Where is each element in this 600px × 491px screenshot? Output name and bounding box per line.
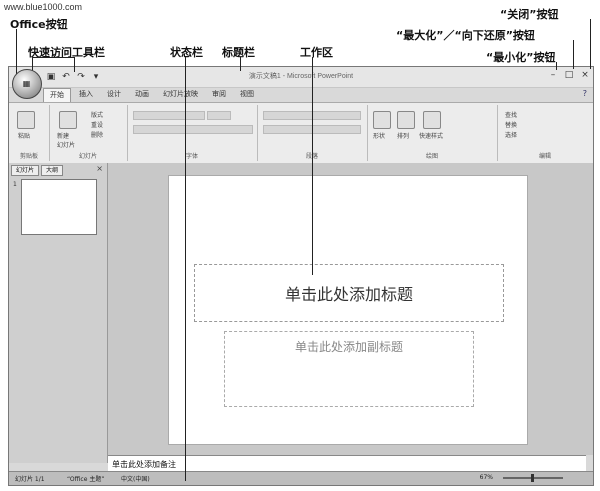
shape-label: 形状: [373, 133, 386, 140]
font-name-select[interactable]: [133, 111, 205, 120]
callout-work-area: 工作区: [300, 46, 333, 59]
thumbnail-number: 1: [13, 181, 17, 188]
font-format-row[interactable]: [133, 125, 253, 134]
window-title: 演示文稿1 - Microsoft PowerPoint: [248, 73, 354, 80]
title-bar: ▣ ↶ ↷ ▾ 演示文稿1 - Microsoft PowerPoint – □…: [9, 67, 593, 88]
arrange-icon[interactable]: [397, 111, 415, 129]
callout-title-bar: 标题栏: [222, 46, 255, 59]
status-slide-count: 幻灯片 1/1: [15, 476, 45, 483]
tab-review[interactable]: 审阅: [206, 88, 232, 102]
callout-office-button: Office按钮: [10, 18, 68, 31]
group-clipboard: 粘贴 剪贴板: [9, 105, 50, 161]
tab-home[interactable]: 开始: [43, 88, 71, 102]
group-drawing: 形状 排列 快速样式 绘图: [367, 105, 498, 161]
callout-status-bar: 状态栏: [170, 46, 203, 59]
help-icon[interactable]: ?: [583, 89, 587, 98]
maximize-icon[interactable]: □: [564, 69, 574, 81]
slide-thumbnail[interactable]: [21, 179, 97, 235]
leader-title: [240, 57, 241, 71]
leader-qat-right: [74, 57, 75, 72]
tab-animation[interactable]: 动画: [129, 88, 155, 102]
leader-maximize: [573, 40, 574, 69]
panel-close-icon[interactable]: ×: [96, 164, 103, 173]
group-name-clipboard: 剪贴板: [19, 153, 38, 160]
tab-view[interactable]: 视图: [234, 88, 260, 102]
group-slides: 新建 幻灯片 版式 重设 删除 幻灯片: [49, 105, 128, 161]
new-slide-icon[interactable]: [59, 111, 77, 129]
leader-office: [16, 29, 17, 75]
ribbon: 粘贴 剪贴板 新建 幻灯片 版式 重设 删除 幻灯片 字体 段落 形状 排列: [9, 102, 593, 164]
zoom-slider[interactable]: [503, 474, 563, 482]
tab-design[interactable]: 设计: [101, 88, 127, 102]
leader-status: [185, 57, 186, 481]
reset-button[interactable]: 重设: [91, 120, 103, 129]
arrange-label: 排列: [397, 133, 410, 140]
group-font: 字体: [127, 105, 258, 161]
group-editing: 查找 替换 选择 编辑: [497, 105, 593, 161]
group-name-drawing: 绘图: [425, 153, 438, 160]
group-name-font: 字体: [185, 153, 198, 160]
subtitle-placeholder[interactable]: 单击此处添加副标题: [224, 331, 474, 407]
find-button[interactable]: 查找: [505, 110, 517, 119]
office-button[interactable]: ▦: [12, 69, 42, 99]
new-slide-label[interactable]: 新建 幻灯片: [57, 131, 75, 149]
tab-slides-panel[interactable]: 幻灯片: [11, 165, 40, 176]
callout-minimize: “最小化”按钮: [486, 51, 556, 64]
leader-minimize: [556, 62, 557, 70]
quick-styles-label: 快速样式: [419, 133, 444, 140]
watermark: www.blue1000.com: [4, 2, 83, 12]
status-bar: 幻灯片 1/1 “Office 主题” 中文(中国) 67%: [9, 471, 593, 485]
leader-qat-bracket: [32, 57, 74, 58]
panel-tabs: 幻灯片 大纲: [11, 165, 64, 176]
leader-close: [590, 19, 591, 69]
select-button[interactable]: 选择: [505, 130, 517, 139]
status-zoom[interactable]: 67%: [480, 474, 493, 481]
powerpoint-window: ▣ ↶ ↷ ▾ 演示文稿1 - Microsoft PowerPoint – □…: [8, 66, 594, 486]
group-name-slides: 幻灯片: [78, 153, 97, 160]
paste-label: 粘贴: [18, 133, 31, 140]
callout-maximize: “最大化”／“向下还原”按钮: [396, 29, 535, 42]
status-theme: “Office 主题”: [67, 476, 105, 483]
work-area: 单击此处添加标题 单击此处添加副标题: [108, 163, 593, 455]
layout-button[interactable]: 版式: [91, 110, 103, 119]
zoom-slider-thumb[interactable]: [531, 474, 534, 482]
replace-button[interactable]: 替换: [505, 120, 517, 129]
quick-styles-icon[interactable]: [423, 111, 441, 129]
ribbon-tabs: 开始 插入 设计 动画 幻灯片放映 审阅 视图: [43, 88, 260, 102]
font-size-select[interactable]: [207, 111, 231, 120]
shape-icon[interactable]: [373, 111, 391, 129]
close-icon[interactable]: ×: [580, 69, 590, 81]
leader-work: [312, 57, 313, 275]
title-placeholder[interactable]: 单击此处添加标题: [194, 264, 504, 322]
tab-outline-panel[interactable]: 大纲: [41, 165, 64, 176]
status-language[interactable]: 中文(中国): [121, 474, 150, 483]
slide-canvas[interactable]: 单击此处添加标题 单击此处添加副标题: [168, 175, 528, 445]
group-name-editing: 编辑: [538, 153, 551, 160]
office-logo-icon: ▦: [22, 79, 31, 88]
callout-close: “关闭”按钮: [500, 8, 559, 21]
slides-panel: 幻灯片 大纲 × 1: [9, 163, 108, 463]
tab-slideshow[interactable]: 幻灯片放映: [157, 88, 204, 102]
window-controls: – □ ×: [548, 69, 590, 81]
tab-insert[interactable]: 插入: [73, 88, 99, 102]
minimize-icon[interactable]: –: [548, 69, 558, 81]
delete-button[interactable]: 删除: [91, 130, 103, 139]
paste-icon[interactable]: [17, 111, 35, 129]
